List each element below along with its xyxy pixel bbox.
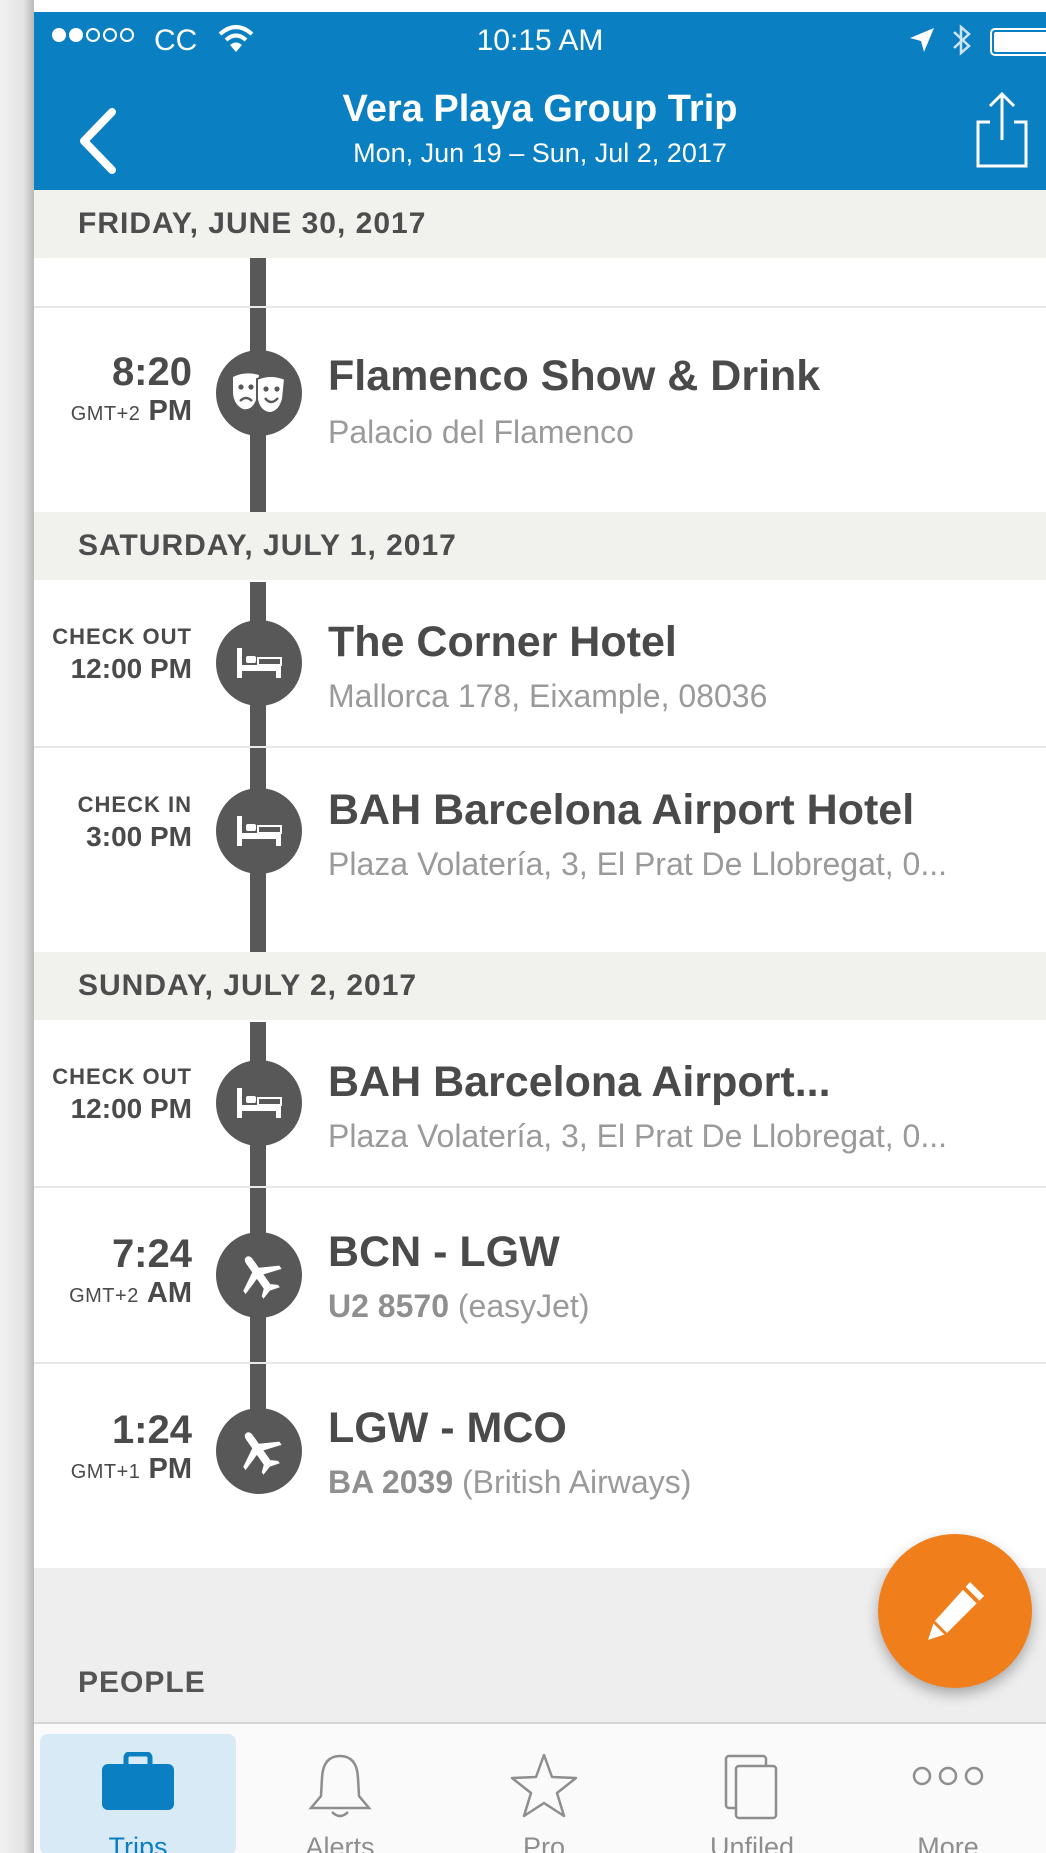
location-arrow-icon [910,28,934,52]
item-title: BCN - LGW [328,1228,560,1276]
tab-label: Alerts [305,1832,375,1853]
item-label: CHECK OUT [52,1064,192,1089]
airline-name: (easyJet) [457,1288,590,1324]
item-timezone: GMT+1 [70,1461,141,1483]
item-timezone: GMT+2 [69,1285,139,1307]
tab-label: Unfiled [709,1832,795,1853]
item-time: 12:00 PM [70,1093,192,1124]
item-time: 7:24 [111,1232,192,1276]
nav-header: CC 10:15 AM Vera Playa Group Trip Mon, J… [34,12,1046,190]
item-ampm: AM [146,1277,192,1309]
item-time: 1:24 [111,1408,192,1452]
list-item[interactable]: CHECK IN 3:00 PM BAH Barcelona Airport H… [34,748,1046,952]
bed-icon [216,620,302,706]
item-ampm: PM [148,1453,193,1485]
tab-unfiled[interactable]: Unfiled [654,1724,850,1853]
item-title: Flamenco Show & Drink [328,352,821,400]
airplane-icon [216,1232,302,1318]
battery-icon [990,28,1046,56]
people-header: PEOPLE [78,1666,206,1699]
trip-dates: Mon, Jun 19 – Sun, Jul 2, 2017 [353,138,727,168]
item-title: BAH Barcelona Airport Hotel [328,786,915,834]
pencil-icon [928,1582,984,1640]
list-item[interactable]: CHECK OUT 12:00 PM The Corner Hotel Mall… [34,580,1046,748]
share-button[interactable] [972,90,1032,170]
item-time: 3:00 PM [86,821,192,852]
tab-bar: Trips Alerts Pro Unfiled More [34,1722,1046,1853]
airline-name: (British Airways) [462,1464,692,1500]
briefcase-icon [40,1752,236,1822]
tab-alerts[interactable]: Alerts [242,1724,438,1853]
star-icon [446,1752,642,1822]
item-title: LGW - MCO [328,1404,567,1452]
list-item[interactable]: 1:24 GMT+1 PM LGW - MCO BA 2039 (British… [34,1364,1046,1568]
airplane-icon [216,1408,302,1494]
list-item[interactable]: CHECK OUT 12:00 PM BAH Barcelona Airport… [34,1020,1046,1188]
item-ampm: PM [148,395,193,427]
item-time: 12:00 PM [70,653,192,684]
item-subtitle: Palacio del Flamenco [328,414,634,450]
tab-label: Pro [522,1832,566,1853]
item-title: The Corner Hotel [328,618,677,666]
tab-pro[interactable]: Pro [446,1724,642,1853]
edit-fab-button[interactable] [878,1534,1032,1688]
more-dots-icon [850,1752,1046,1822]
item-subtitle: Mallorca 178, Eixample, 08036 [328,678,768,714]
tab-trips[interactable]: Trips [40,1734,236,1853]
bluetooth-icon [953,24,971,56]
status-clock: 10:15 AM [476,24,604,57]
day-header-friday: FRIDAY, JUNE 30, 2017 [34,190,1046,258]
flight-number: U2 8570 [328,1288,449,1324]
item-time: 8:20 [111,350,192,394]
item-title: BAH Barcelona Airport... [328,1058,831,1106]
tab-label: More [917,1832,979,1853]
status-bar: CC 10:15 AM [34,12,1046,72]
item-label: CHECK OUT [52,624,192,649]
bed-icon [216,1060,302,1146]
list-item[interactable]: 8:20 GMT+2 PM Flamenco Show & Drink Pala… [34,308,1046,512]
theater-masks-icon [216,350,302,436]
tab-more[interactable]: More [850,1724,1046,1853]
tab-label: Trips [108,1832,168,1853]
spacer-row [34,258,1046,308]
app-screen: CC 10:15 AM Vera Playa Group Trip Mon, J… [34,12,1046,1853]
trip-title: Vera Playa Group Trip [342,88,738,130]
documents-icon [654,1752,850,1822]
bell-icon [242,1752,438,1822]
item-timezone: GMT+2 [70,403,141,425]
list-item[interactable]: 7:24 GMT+2 AM BCN - LGW U2 8570 (easyJet… [34,1188,1046,1364]
day-header-sunday: SUNDAY, JULY 2, 2017 [34,952,1046,1020]
day-header-saturday: SATURDAY, JULY 1, 2017 [34,512,1046,580]
item-subtitle: Plaza Volatería, 3, El Prat De Llobregat… [328,846,948,882]
flight-number: BA 2039 [328,1464,454,1500]
bed-icon [216,788,302,874]
screen-shadow [0,0,34,1853]
item-subtitle: Plaza Volatería, 3, El Prat De Llobregat… [328,1118,948,1154]
item-label: CHECK IN [77,792,192,817]
